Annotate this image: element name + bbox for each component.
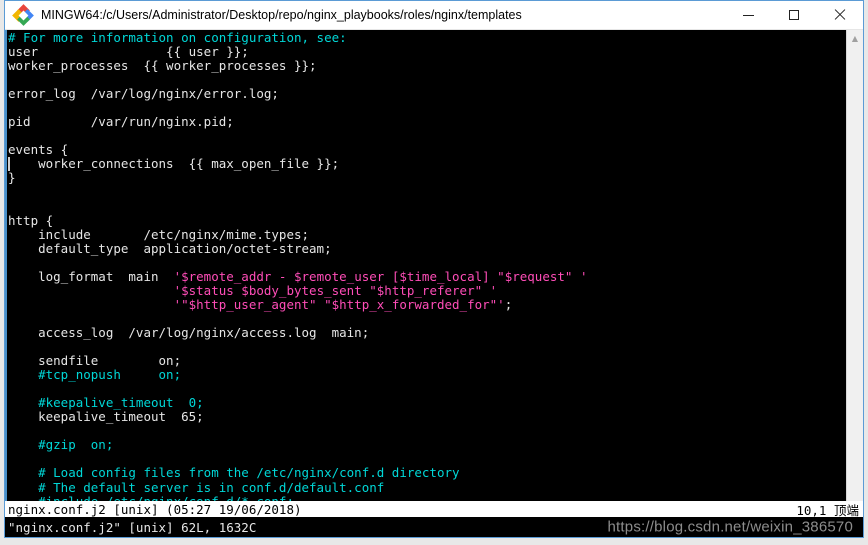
mingw64-terminal-window: MINGW64:/c/Users/Administrator/Desktop/r… [4,0,864,538]
maximize-button[interactable] [771,1,817,30]
code-span [8,297,174,312]
mingw-diamond-icon [12,4,34,26]
csdn-watermark: https://blog.csdn.net/weixin_386570 [607,518,853,536]
code-line: log_format main '$remote_addr - $remote_… [8,268,846,284]
code-line: #keepalive_timeout 0; [8,396,846,410]
window-controls [725,1,863,30]
code-line: worker_processes {{ worker_processes }}; [8,59,846,73]
vim-status-line: nginx.conf.j2 [unix] (05:27 19/06/2018) … [5,501,863,518]
text-cursor [8,157,10,172]
code-line: # For more information on configuration,… [8,30,846,45]
code-span: } [8,170,16,186]
code-line: '"$http_user_agent" "$http_x_forwarded_f… [8,296,846,312]
code-span: # Load config files from the /etc/nginx/… [8,465,460,481]
scrollbar-track[interactable] [847,47,864,501]
code-line: user {{ user }}; [8,45,846,59]
code-span: access_log /var/log/nginx/access.log mai… [8,324,370,340]
code-line: http { [8,212,846,228]
code-span: pid /var/run/nginx.pid; [8,114,234,130]
code-line: #gzip on; [8,438,846,452]
code-span: error_log /var/log/nginx/error.log; [8,86,279,102]
scrollbar-up-arrow-icon[interactable]: ▲ [847,30,864,47]
code-line: include /etc/nginx/mime.types; [8,226,846,242]
status-cursor-position: 10,1 顶端 [796,502,859,518]
code-line: error_log /var/log/nginx/error.log; [8,87,846,101]
code-span: # For more information on configuration,… [8,30,347,45]
cmdline-message: "nginx.conf.j2" [unix] 62L, 1632C [8,519,257,535]
code-span: include /etc/nginx/mime.types; [8,226,310,242]
code-span: default_type application/octet-stream; [8,240,332,256]
code-span: log_format main [8,268,174,284]
code-span: # The default server is in conf.d/defaul… [8,479,385,495]
code-span: events { [8,142,69,158]
close-icon [834,9,846,21]
code-span: '"$http_user_agent" "$http_x_forwarded_f… [173,296,505,312]
code-line: events { [8,143,846,157]
code-span: worker_connections {{ max_open_file }}; [8,156,340,172]
code-span: sendfile on; [8,353,182,369]
window-title: MINGW64:/c/Users/Administrator/Desktop/r… [41,8,522,22]
status-file-info: nginx.conf.j2 [unix] (05:27 19/06/2018) [8,501,302,517]
terminal-body: # For more information on configuration,… [5,30,863,501]
code-line: # Load config files from the /etc/nginx/… [8,466,846,480]
code-line: pid /var/run/nginx.pid; [8,115,846,129]
code-span: #include /etc/nginx/conf.d/*.conf; [8,494,294,501]
code-span: '$remote_addr - $remote_user [$time_loca… [173,268,588,284]
code-line: worker_connections {{ max_open_file }}; [8,157,846,171]
code-line: access_log /var/log/nginx/access.log mai… [8,324,846,340]
code-line: } [8,171,846,185]
vertical-scrollbar[interactable]: ▲ [846,30,863,501]
code-span: keepalive_timeout 65; [8,409,204,425]
code-span [8,283,174,298]
code-span: http { [8,212,54,228]
vim-editor-pane[interactable]: # For more information on configuration,… [5,30,846,501]
code-lines: # For more information on configuration,… [8,30,846,501]
vim-command-line[interactable]: "nginx.conf.j2" [unix] 62L, 1632C https:… [5,517,863,537]
code-span: ; [504,296,513,312]
code-span: user {{ user }}; [8,44,249,60]
left-edge-accent [5,30,7,501]
code-span: #keepalive_timeout 0; [8,395,204,411]
code-span: '$status $body_bytes_sent "$http_referer… [173,282,498,298]
maximize-icon [789,10,799,20]
minimize-button[interactable] [725,1,771,30]
code-span: #tcp_nopush on; [8,367,182,383]
code-line: # The default server is in conf.d/defaul… [8,479,846,495]
code-line: '$status $body_bytes_sent "$http_referer… [8,282,846,298]
code-line: sendfile on; [8,354,846,368]
close-button[interactable] [817,1,863,30]
minimize-icon [742,14,754,16]
title-bar[interactable]: MINGW64:/c/Users/Administrator/Desktop/r… [5,1,863,30]
code-line: default_type application/octet-stream; [8,240,846,256]
code-span: worker_processes {{ worker_processes }}; [8,58,317,74]
code-span: #gzip on; [8,437,114,453]
code-line: #tcp_nopush on; [8,368,846,382]
code-line: keepalive_timeout 65; [8,410,846,424]
